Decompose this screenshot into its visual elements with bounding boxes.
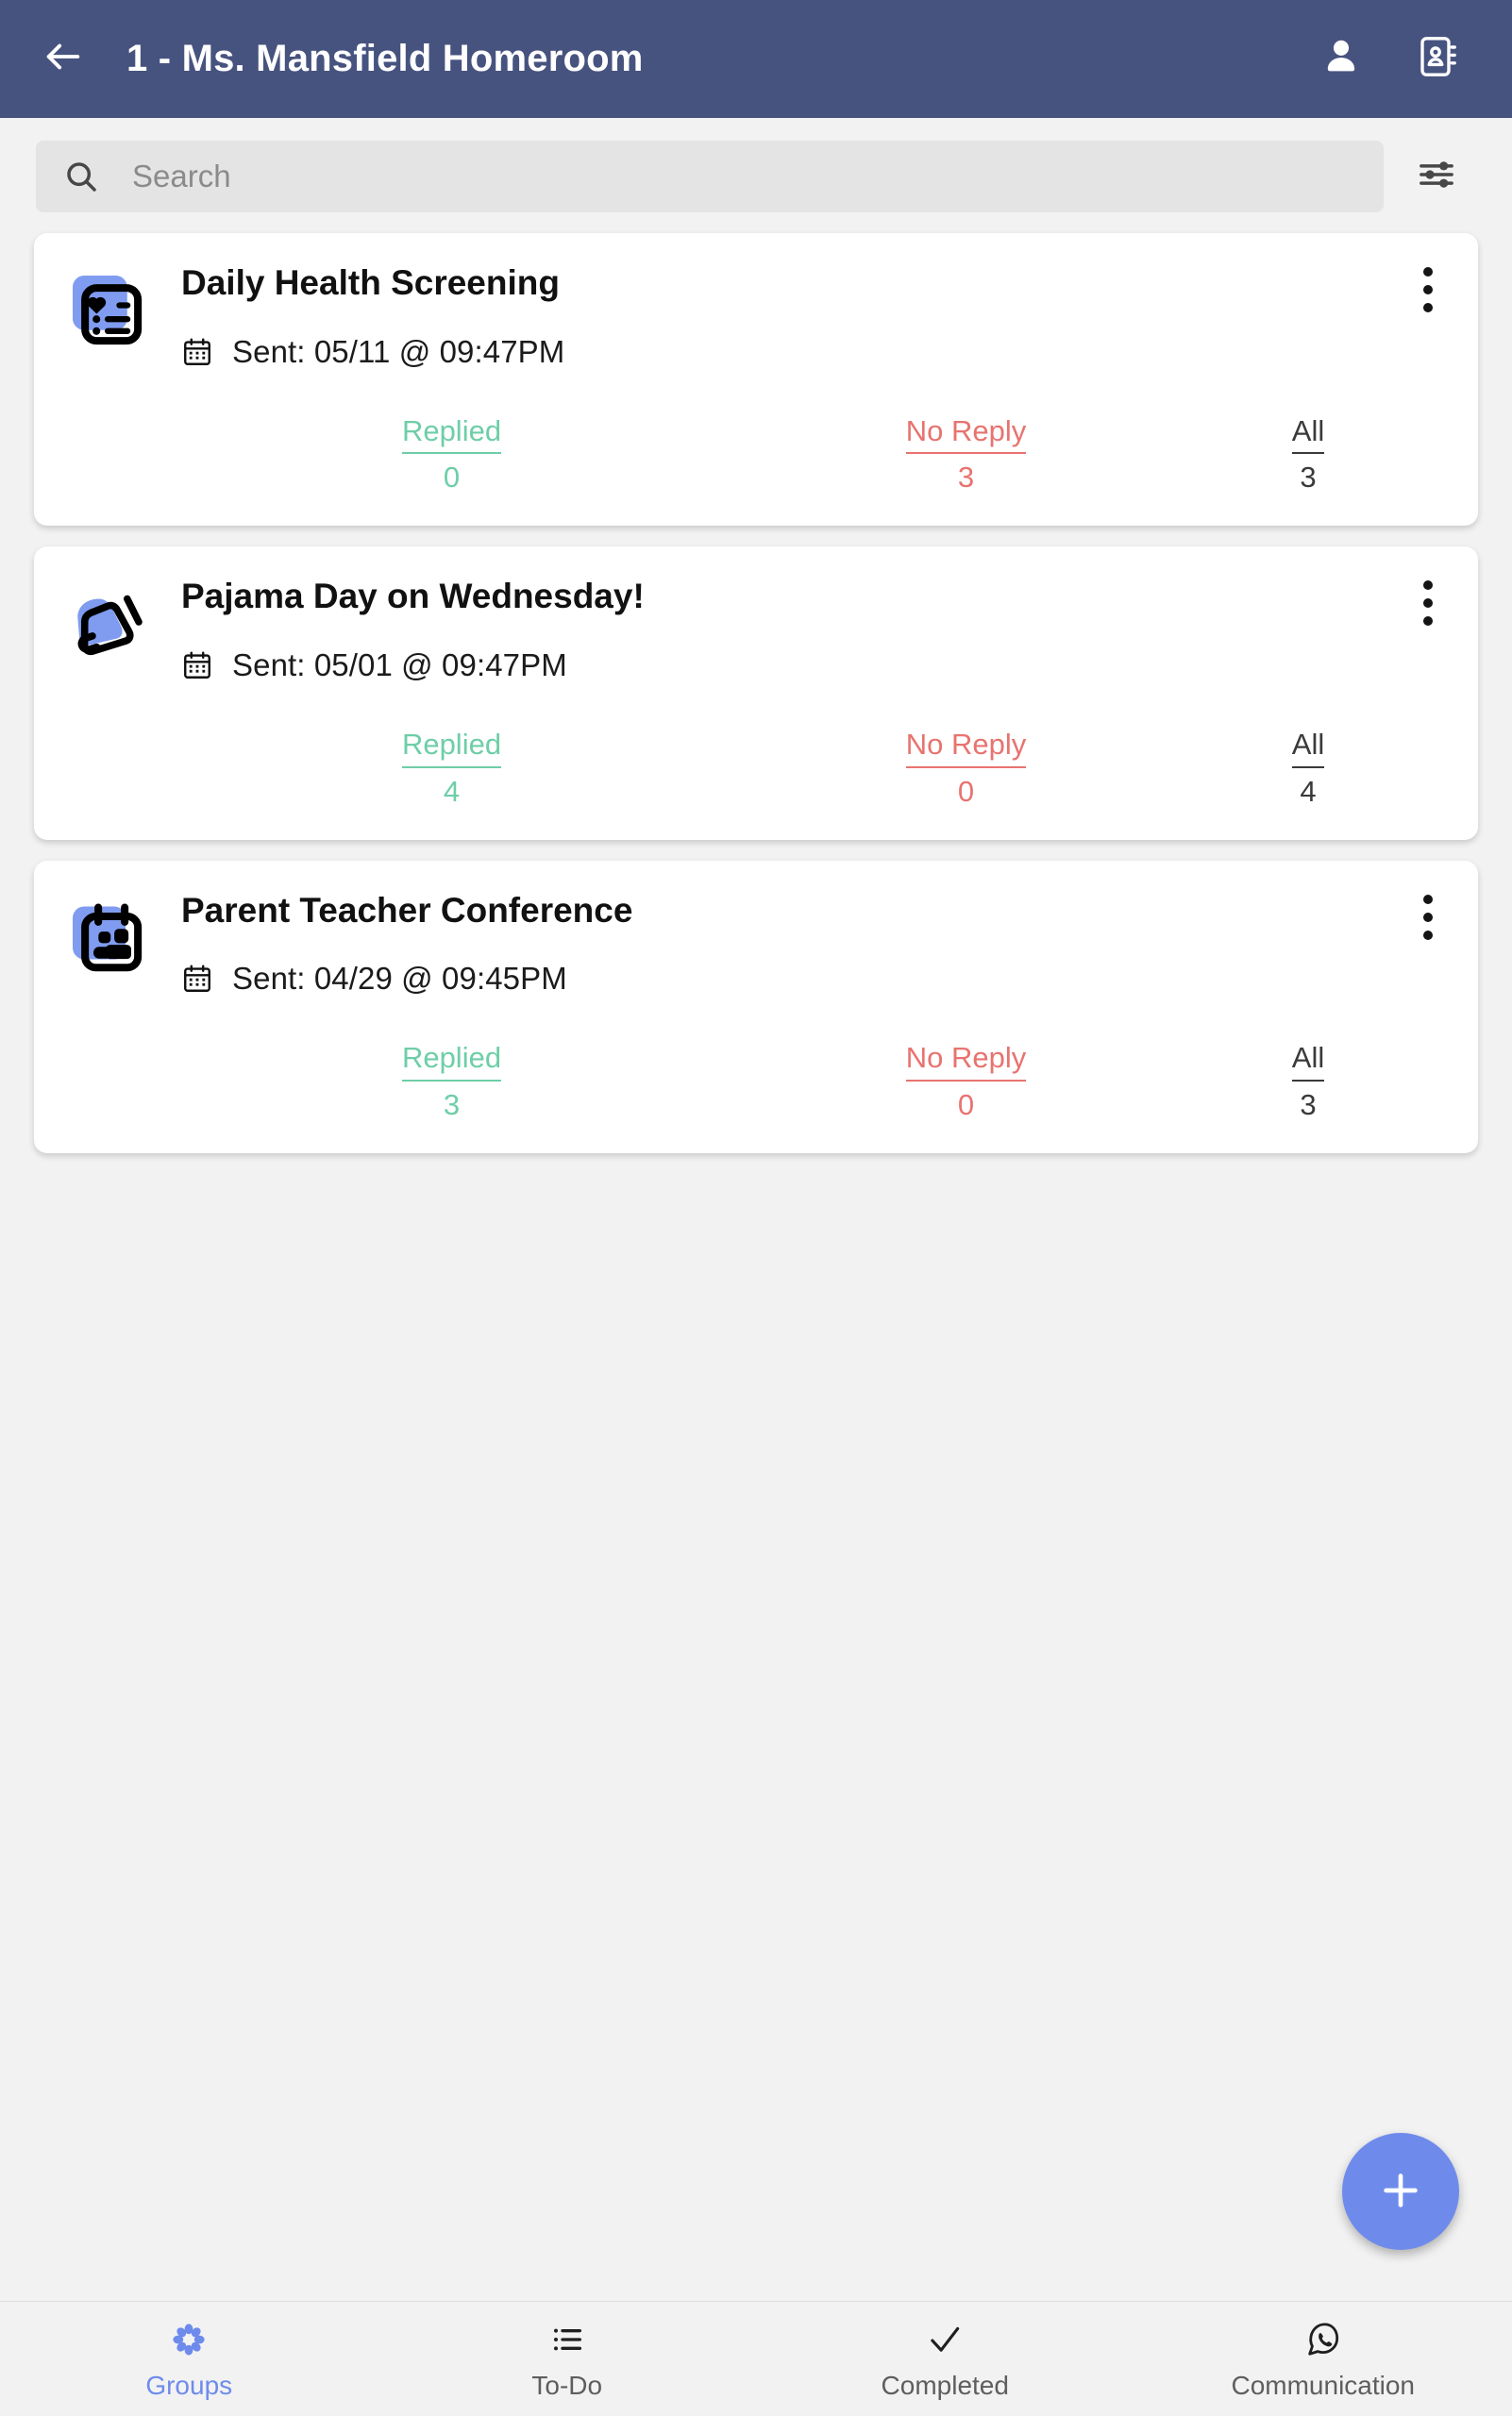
stat-replied-label: Replied: [401, 727, 502, 768]
card-stats-row: Replied 0 No Reply 3 All 3: [62, 413, 1450, 495]
stat-replied-value: 4: [443, 774, 461, 808]
filter-sliders-icon: [1416, 154, 1457, 200]
stat-all-value: 3: [1300, 1088, 1317, 1122]
calendar-people-icon: [62, 893, 149, 980]
stat-all-label: All: [1291, 727, 1325, 768]
stat-all[interactable]: All 3: [1223, 1040, 1393, 1121]
bottom-navigation: Groups To-Do Completed Communication: [0, 2301, 1512, 2416]
card-stats-row: Replied 3 No Reply 0 All 3: [62, 1040, 1450, 1121]
stat-replied[interactable]: Replied 3: [194, 1040, 709, 1121]
contact-card-icon: [1415, 34, 1460, 84]
card-stats-row: Replied 4 No Reply 0 All 4: [62, 727, 1450, 808]
card-title: Daily Health Screening: [181, 263, 560, 302]
search-icon: [62, 158, 100, 195]
card-header: Pajama Day on Wednesday! Sent: 05/01 @ 0…: [62, 571, 1450, 683]
nav-label-completed: Completed: [881, 2370, 1009, 2400]
check-icon: [925, 2318, 965, 2361]
card-overflow-menu-button[interactable]: [1395, 881, 1461, 953]
stat-all-label: All: [1291, 413, 1325, 455]
nav-item-todo[interactable]: To-Do: [378, 2318, 757, 2401]
search-row: [0, 118, 1512, 233]
stat-replied-value: 3: [443, 1088, 461, 1122]
stat-all-value: 3: [1300, 461, 1317, 495]
stat-replied-label: Replied: [401, 1040, 502, 1082]
arrow-left-icon: [42, 35, 85, 83]
contacts-button[interactable]: [1399, 21, 1476, 98]
stat-no-reply-label: No Reply: [905, 727, 1027, 768]
card-sent-text: Sent: 04/29 @ 09:45PM: [232, 961, 567, 997]
stat-no-reply-value: 0: [957, 1088, 975, 1122]
stat-replied-value: 0: [443, 461, 461, 495]
card-overflow-menu-button[interactable]: [1395, 567, 1461, 639]
stat-replied-label: Replied: [401, 413, 502, 455]
more-vertical-icon: [1423, 267, 1433, 312]
nav-label-todo: To-Do: [531, 2370, 603, 2400]
stat-all-value: 4: [1300, 774, 1317, 808]
announcement-card-list: Daily Health Screening Sent: 05/11 @ 09:…: [0, 233, 1512, 1154]
stat-no-reply-value: 0: [957, 774, 975, 808]
stat-no-reply[interactable]: No Reply 3: [709, 413, 1223, 495]
calendar-icon: [181, 963, 213, 995]
megaphone-icon: [62, 579, 149, 665]
announcement-card[interactable]: Parent Teacher Conference Sent: 04/29 @ …: [34, 860, 1478, 1154]
stat-all[interactable]: All 3: [1223, 413, 1393, 495]
stat-no-reply[interactable]: No Reply 0: [709, 1040, 1223, 1121]
announcement-card[interactable]: Daily Health Screening Sent: 05/11 @ 09:…: [34, 233, 1478, 527]
card-header: Daily Health Screening Sent: 05/11 @ 09:…: [62, 258, 1450, 370]
calendar-icon: [181, 649, 213, 681]
card-title: Pajama Day on Wednesday!: [181, 577, 645, 616]
flower-cluster-icon: [169, 2318, 209, 2361]
filter-button[interactable]: [1397, 141, 1476, 212]
stat-replied[interactable]: Replied 0: [194, 413, 709, 495]
nav-item-communication[interactable]: Communication: [1134, 2318, 1512, 2401]
chat-bubble-icon: [1303, 2318, 1343, 2361]
stat-no-reply-label: No Reply: [905, 1040, 1027, 1082]
card-sent-row: Sent: 05/11 @ 09:47PM: [181, 334, 1450, 370]
health-checklist-icon: [62, 265, 149, 352]
plus-icon: [1374, 2164, 1427, 2220]
announcement-card[interactable]: Pajama Day on Wednesday! Sent: 05/01 @ 0…: [34, 546, 1478, 840]
stat-no-reply-value: 3: [957, 461, 975, 495]
more-vertical-icon: [1423, 580, 1433, 627]
card-sent-text: Sent: 05/11 @ 09:47PM: [232, 333, 565, 369]
stat-no-reply[interactable]: No Reply 0: [709, 727, 1223, 808]
list-icon: [548, 2318, 586, 2361]
person-icon: [1319, 35, 1363, 83]
app-bar: 1 - Ms. Mansfield Homeroom: [0, 0, 1512, 118]
stat-replied[interactable]: Replied 4: [194, 727, 709, 808]
nav-label-groups: Groups: [145, 2370, 233, 2400]
card-sent-row: Sent: 04/29 @ 09:45PM: [181, 961, 1450, 997]
profile-button[interactable]: [1302, 21, 1380, 98]
card-body: Parent Teacher Conference Sent: 04/29 @ …: [181, 885, 1450, 998]
card-body: Pajama Day on Wednesday! Sent: 05/01 @ 0…: [181, 571, 1450, 683]
card-body: Daily Health Screening Sent: 05/11 @ 09:…: [181, 258, 1450, 370]
card-sent-row: Sent: 05/01 @ 09:47PM: [181, 647, 1450, 683]
nav-item-completed[interactable]: Completed: [756, 2318, 1134, 2401]
page-title: 1 - Ms. Mansfield Homeroom: [126, 38, 644, 79]
card-sent-text: Sent: 05/01 @ 09:47PM: [232, 646, 567, 682]
stat-all-label: All: [1291, 1040, 1325, 1082]
stat-no-reply-label: No Reply: [905, 413, 1027, 455]
card-overflow-menu-button[interactable]: [1395, 254, 1461, 326]
nav-item-groups[interactable]: Groups: [0, 2318, 378, 2401]
calendar-icon: [181, 336, 213, 368]
back-button[interactable]: [28, 25, 98, 94]
add-button[interactable]: [1342, 2133, 1459, 2250]
stat-all[interactable]: All 4: [1223, 727, 1393, 808]
card-title: Parent Teacher Conference: [181, 890, 633, 930]
more-vertical-icon: [1423, 894, 1433, 940]
search-input[interactable]: [132, 141, 1357, 212]
card-header: Parent Teacher Conference Sent: 04/29 @ …: [62, 885, 1450, 998]
nav-label-communication: Communication: [1231, 2370, 1416, 2400]
search-box[interactable]: [36, 141, 1384, 212]
